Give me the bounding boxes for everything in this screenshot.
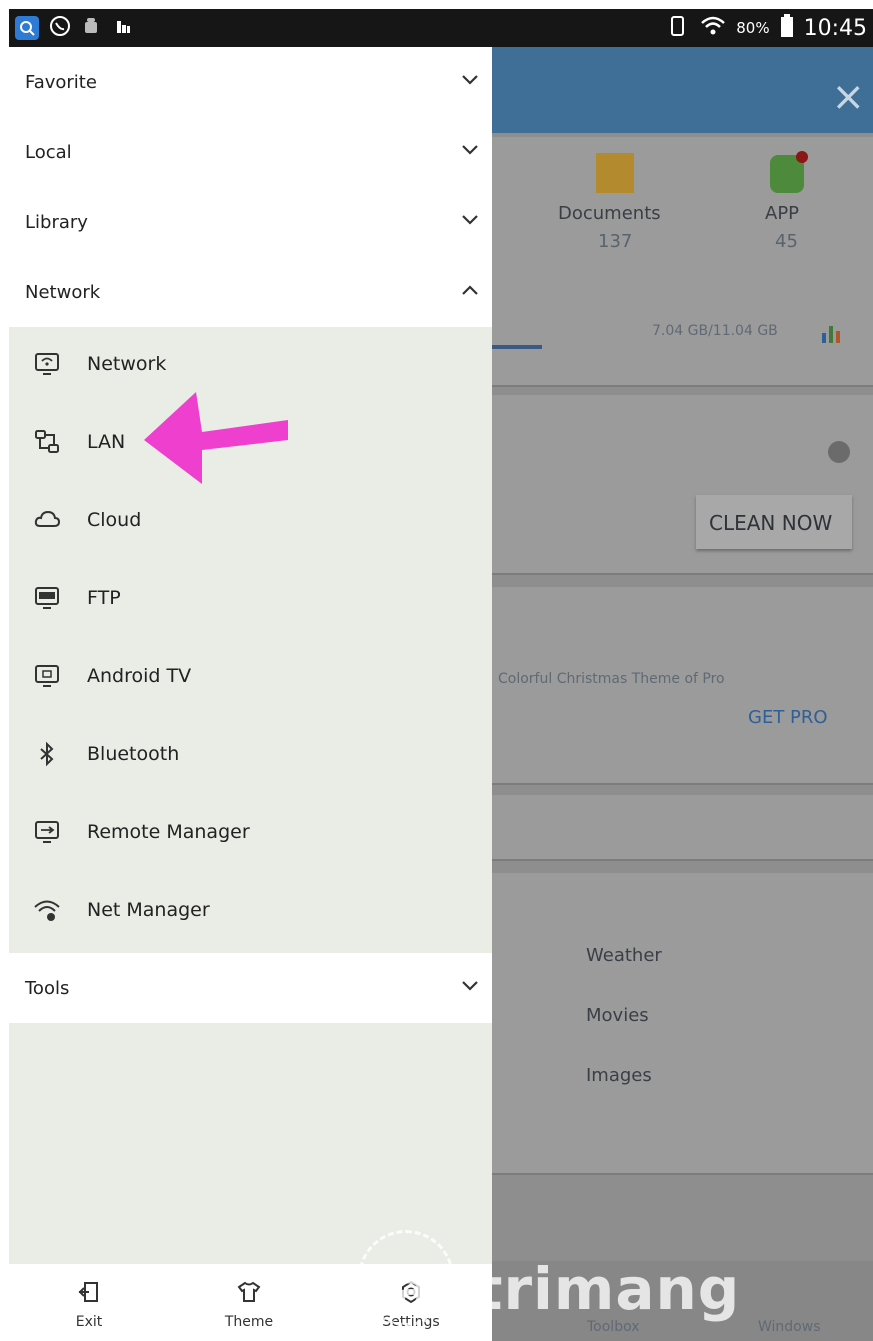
vibrate-icon xyxy=(666,14,690,42)
battery-icon xyxy=(780,14,794,42)
drawer-item-net-manager[interactable]: Net Manager xyxy=(9,871,492,949)
theme-button[interactable]: Theme xyxy=(209,1270,289,1336)
wifi-icon xyxy=(700,15,726,41)
bluetooth-icon xyxy=(33,740,61,768)
documents-folder-icon xyxy=(596,153,634,193)
promo-text: Colorful Christmas Theme of Pro xyxy=(498,671,725,687)
section-tools-label: Tools xyxy=(25,977,70,999)
drawer-item-label: LAN xyxy=(87,431,126,453)
drawer-item-bluetooth[interactable]: Bluetooth xyxy=(9,715,492,793)
images-label: Images xyxy=(586,1065,652,1086)
drawer-item-ftp[interactable]: FTP xyxy=(9,559,492,637)
collapsed-card xyxy=(492,795,873,861)
documents-label: Documents xyxy=(558,203,661,224)
drawer-item-label: FTP xyxy=(87,587,121,609)
exit-label: Exit xyxy=(75,1314,103,1330)
drawer-item-label: Net Manager xyxy=(87,899,210,921)
shirt-icon xyxy=(237,1281,261,1302)
section-favorite-label: Favorite xyxy=(25,71,97,93)
drawer-item-label: Network xyxy=(87,353,167,375)
clock: 10:45 xyxy=(803,15,867,41)
app-label: APP xyxy=(765,203,800,224)
clean-now-label: CLEAN NOW xyxy=(709,511,833,535)
drawer-item-label: Bluetooth xyxy=(87,743,180,765)
chevron-up-icon xyxy=(462,285,478,295)
info-icon xyxy=(828,441,850,463)
drawer-item-label: Remote Manager xyxy=(87,821,250,843)
pink-arrow-annotation xyxy=(144,392,288,484)
section-library[interactable]: Library xyxy=(9,187,492,257)
chevron-down-icon xyxy=(462,145,478,155)
chevron-down-icon xyxy=(462,981,478,991)
theme-label: Theme xyxy=(224,1314,274,1330)
windows-label: Windows xyxy=(758,1319,821,1335)
section-library-label: Library xyxy=(25,211,88,233)
chart-icon xyxy=(819,321,843,349)
section-local-label: Local xyxy=(25,141,72,163)
movies-label: Movies xyxy=(586,1005,649,1026)
drawer-item-label: Android TV xyxy=(87,665,192,687)
touch-icon xyxy=(111,15,133,41)
cloud-icon xyxy=(33,506,61,534)
navigation-drawer: Favorite Local Library Network Network L… xyxy=(9,47,492,1341)
weather-label: Weather xyxy=(586,945,662,966)
battery-percent: 80% xyxy=(736,19,770,37)
drawer-item-label: Cloud xyxy=(87,509,142,531)
viber-icon xyxy=(49,15,71,41)
drawer-item-remote-manager[interactable]: Remote Manager xyxy=(9,793,492,871)
app-count: 45 xyxy=(775,231,798,252)
background-app: × Documents 137 APP 45 7.04 GB/11.04 GB … xyxy=(492,47,873,1341)
drawer-item-android-tv[interactable]: Android TV xyxy=(9,637,492,715)
exit-button[interactable]: Exit xyxy=(49,1270,129,1336)
remote-manager-icon xyxy=(33,818,61,846)
android-notification-icon xyxy=(81,16,101,40)
watermark-text: uantrimang xyxy=(350,1255,741,1323)
wifi-gear-icon xyxy=(33,896,61,924)
exit-icon xyxy=(78,1282,98,1302)
ftp-icon xyxy=(33,584,61,612)
section-network-label: Network xyxy=(25,281,101,303)
storage-text: 7.04 GB/11.04 GB xyxy=(652,323,778,339)
close-icon: × xyxy=(831,74,865,120)
chevron-down-icon xyxy=(462,75,478,85)
section-network[interactable]: Network xyxy=(9,257,492,327)
section-favorite[interactable]: Favorite xyxy=(9,47,492,117)
monitor-wifi-icon xyxy=(33,350,61,378)
chevron-down-icon xyxy=(462,215,478,225)
section-local[interactable]: Local xyxy=(9,117,492,187)
status-bar: 80% 10:45 xyxy=(9,9,873,47)
tv-icon xyxy=(33,662,61,690)
background-header xyxy=(492,47,873,133)
documents-count: 137 xyxy=(598,231,633,252)
search-app-icon xyxy=(15,16,39,40)
get-pro-label: GET PRO xyxy=(748,707,828,728)
tools-card xyxy=(492,873,873,1175)
drawer-item-cloud[interactable]: Cloud xyxy=(9,481,492,559)
storage-bar xyxy=(492,345,542,349)
notification-dot xyxy=(796,151,808,163)
lan-icon xyxy=(33,428,61,456)
section-tools[interactable]: Tools xyxy=(9,953,492,1023)
